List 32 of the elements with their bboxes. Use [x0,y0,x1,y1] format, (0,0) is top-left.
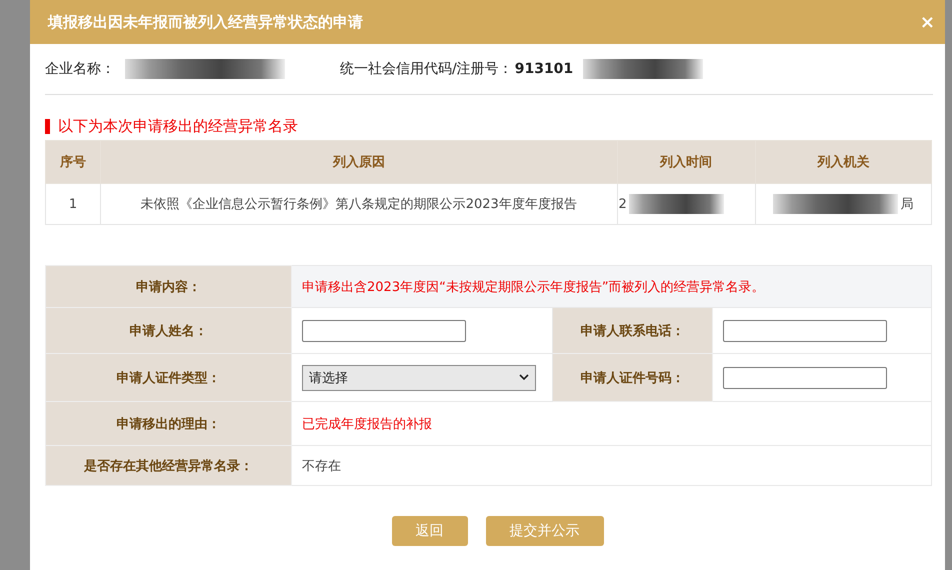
form-label: 是否存在其他经营异常名录： [46,446,292,486]
section-marker [45,119,50,134]
form-label: 申请人联系电话： [552,308,712,354]
other-list-status: 不存在 [302,458,341,474]
chevron-down-icon [519,374,529,381]
id-type-select[interactable]: 请选择 [302,364,536,390]
credit-code-value: 913101 [514,61,574,77]
column-header: 列入原因 [100,140,617,184]
column-header: 列入时间 [617,140,756,184]
form-label: 申请移出的理由： [46,402,292,446]
id-number-field[interactable] [723,366,887,388]
company-name-label: 企业名称： [45,60,115,78]
form-label: 申请内容： [46,266,292,308]
removal-reason: 已完成年度报告的补报 [302,416,432,432]
back-button[interactable]: 返回 [392,516,468,546]
column-header: 列入机关 [755,140,932,184]
date-text: 2 [618,196,627,212]
section-title: 以下为本次申请移出的经营异常名录 [58,117,298,136]
authority-text: 局 [900,196,914,213]
credit-code-label: 统一社会信用代码/注册号： [340,60,513,78]
submit-button[interactable]: 提交并公示 [486,516,604,546]
table-cell: 未依照《企业信息公示暂行条例》第八条规定的期限公示2023年度年度报告 [100,184,617,224]
form-label: 申请人姓名： [46,308,292,354]
close-button[interactable]: × [920,12,935,32]
application-content: 申请移出含2023年度因“未按规定期限公示年度报告”而被列入的经营异常名录。 [302,280,765,294]
dialog-title: 填报移出因未年报而被列入经营异常状态的申请 [48,12,363,32]
column-header: 序号 [46,140,101,184]
phone-field[interactable] [723,320,887,342]
applicant-name-field[interactable] [302,320,466,342]
table-cell: 1 [46,184,101,224]
form-label: 申请人证件类型： [46,354,292,402]
form-label: 申请人证件号码： [552,354,712,402]
